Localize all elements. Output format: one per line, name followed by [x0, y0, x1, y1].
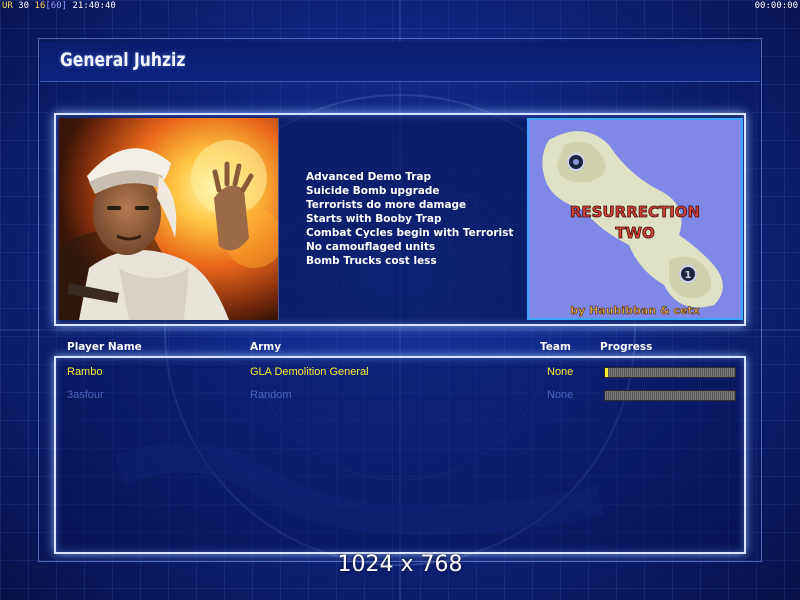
perk-item: No camouflaged units [306, 241, 436, 253]
hud-ur-value: 30 [18, 1, 30, 11]
hud-ur-label: UR [2, 1, 13, 11]
column-header-player-name: Player Name [67, 341, 142, 353]
column-header-army: Army [250, 341, 282, 353]
perk-item: Advanced Demo Trap [306, 171, 432, 183]
resolution-label: 1024 x 768 [337, 552, 463, 577]
player-army: GLA Demolition General [250, 366, 369, 378]
player-team: None [547, 366, 574, 378]
column-header-progress: Progress [600, 341, 653, 353]
map-name-line2: TWO [615, 224, 655, 242]
perk-item: Suicide Bomb upgrade [306, 185, 440, 197]
map-name-line1: RESURRECTION [570, 203, 700, 221]
map-start-marker: 1 [685, 270, 692, 281]
player-progress-bar [604, 390, 736, 401]
hud-stats: UR 30 16[60] 21:40:40 [2, 0, 116, 12]
player-progress-fill [605, 368, 608, 377]
perk-item: Terrorists do more damage [306, 199, 467, 211]
general-title: General Juhziz [60, 49, 186, 71]
player-row: Rambo GLA Demolition General None [56, 363, 744, 383]
perk-item: Bomb Trucks cost less [306, 255, 437, 267]
hud-level-max: [60] [45, 1, 68, 11]
perk-item: Combat Cycles begin with Terrorist [306, 227, 514, 239]
map-credits: by Haubibban & cetx [570, 304, 700, 317]
player-name: 3asfour [67, 389, 104, 401]
perk-item: Starts with Booby Trap [306, 213, 442, 225]
map-preview-image: 1 RESURRECTION TWO by Haubibban & cetx [529, 120, 741, 318]
general-perks-list: Advanced Demo Trap Suicide Bomb upgrade … [306, 170, 521, 268]
map-preview: 1 RESURRECTION TWO by Haubibban & cetx [527, 118, 743, 320]
player-row: 3asfour Random None [56, 386, 744, 406]
player-name: Rambo [67, 366, 103, 378]
column-header-team: Team [540, 341, 571, 353]
general-portrait [59, 118, 279, 320]
hud-topbar: UR 30 16[60] 21:40:40 00:00:00 [0, 0, 800, 12]
hud-level: 16 [34, 1, 46, 11]
hud-timer: 00:00:00 [754, 1, 798, 11]
hud-clock: 21:40:40 [72, 1, 116, 11]
player-progress-bar [604, 367, 736, 378]
general-portrait-image [59, 118, 278, 320]
player-team: None [547, 389, 574, 401]
player-army: Random [250, 389, 292, 401]
